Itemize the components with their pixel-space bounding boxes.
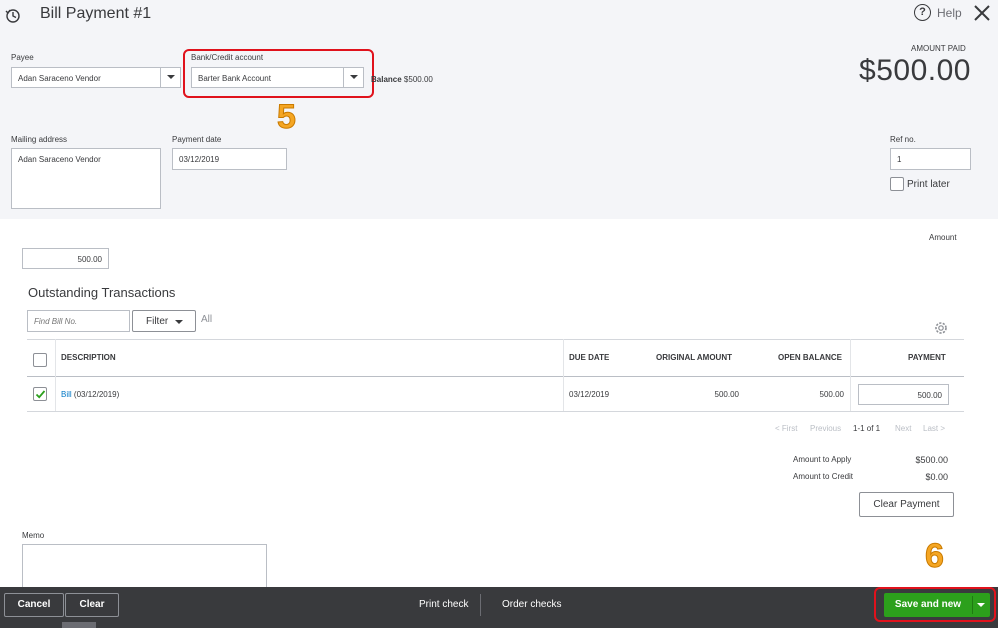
print-later-label: Print later: [907, 179, 950, 190]
chevron-down-icon: [167, 75, 175, 79]
amount-to-credit-label: Amount to Credit: [793, 472, 854, 481]
pager-next[interactable]: Next: [895, 424, 911, 433]
print-check-link[interactable]: Print check: [419, 599, 468, 610]
checkmark-icon: [35, 390, 46, 399]
column-header-payment[interactable]: PAYMENT: [908, 353, 946, 362]
payee-select[interactable]: Adan Saraceno Vendor: [11, 67, 181, 88]
print-later-checkbox[interactable]: [890, 177, 904, 191]
row-open-balance: 500.00: [819, 390, 844, 399]
column-header-original-amount[interactable]: ORIGINAL AMOUNT: [656, 353, 732, 362]
clear-button[interactable]: Clear: [65, 593, 119, 617]
filter-button[interactable]: Filter: [132, 310, 196, 332]
column-header-due-date[interactable]: DUE DATE: [569, 353, 609, 362]
amount-paid-label: AMOUNT PAID: [911, 44, 966, 53]
bill-payment-number: #1: [133, 5, 152, 22]
filter-label: Filter: [146, 316, 169, 327]
amount-label: Amount: [929, 233, 957, 242]
pager-first[interactable]: < First: [775, 424, 797, 433]
horizontal-scrollbar-thumb[interactable]: [62, 622, 96, 628]
amount-to-apply-label: Amount to Apply: [793, 455, 852, 464]
column-header-description[interactable]: DESCRIPTION: [61, 353, 116, 362]
filter-all-label: All: [201, 314, 213, 325]
footer-bar: Cancel Clear Print check Order checks: [0, 587, 998, 628]
payment-date-label: Payment date: [172, 135, 222, 144]
memo-input[interactable]: [22, 544, 267, 592]
page-title-text: Bill Payment: [40, 5, 129, 22]
amount-to-apply-value: $500.00: [915, 455, 948, 465]
row-original-amount: 500.00: [714, 390, 739, 399]
balance-value: $500.00: [403, 75, 433, 84]
mailing-address-input[interactable]: Adan Saraceno Vendor: [11, 148, 161, 209]
payment-date-input[interactable]: 03/12/2019: [172, 148, 287, 170]
payee-dropdown-toggle[interactable]: [160, 68, 180, 87]
cancel-button[interactable]: Cancel: [4, 593, 64, 617]
order-checks-link[interactable]: Order checks: [502, 599, 561, 610]
ref-no-label: Ref no.: [890, 135, 916, 144]
chevron-down-icon: [175, 320, 183, 324]
column-divider: [850, 339, 851, 411]
help-icon[interactable]: ?: [914, 4, 931, 21]
help-link[interactable]: Help: [937, 6, 962, 20]
table-bottom-border: [27, 411, 964, 412]
table-top-border: [27, 339, 964, 340]
row-description: Bill (03/12/2019): [61, 390, 119, 399]
page-title: Bill Payment #1: [40, 5, 151, 23]
bill-date: (03/12/2019): [73, 390, 120, 399]
step-6-highlight: [874, 587, 996, 622]
amount-to-credit-value: $0.00: [925, 472, 948, 482]
payee-value: Adan Saraceno Vendor: [18, 74, 101, 83]
row-checkbox[interactable]: [33, 387, 47, 401]
step-6-marker: 6: [925, 537, 945, 576]
row-payment-input[interactable]: 500.00: [858, 384, 949, 405]
row-due-date: 03/12/2019: [569, 390, 610, 399]
balance-label: Balance: [371, 75, 402, 84]
amount-input[interactable]: 500.00: [22, 248, 109, 269]
step-5-highlight: [183, 49, 374, 98]
select-all-checkbox[interactable]: [33, 353, 47, 367]
pager-range: 1-1 of 1: [853, 424, 881, 433]
bill-link[interactable]: Bill: [61, 390, 72, 399]
gear-icon[interactable]: [933, 320, 949, 336]
outstanding-transactions-title: Outstanding Transactions: [28, 285, 176, 300]
title-bar: Bill Payment #1 ? Help: [0, 0, 998, 30]
clear-payment-button[interactable]: Clear Payment: [859, 492, 954, 517]
amount-paid-value: $500.00: [859, 54, 971, 87]
close-icon[interactable]: [972, 3, 992, 23]
column-header-open-balance[interactable]: OPEN BALANCE: [778, 353, 842, 362]
column-divider: [55, 339, 56, 411]
payee-label: Payee: [11, 53, 34, 62]
find-bill-input[interactable]: [27, 310, 130, 332]
mailing-address-label: Mailing address: [11, 135, 68, 144]
column-divider: [563, 339, 564, 411]
step-5-marker: 5: [277, 98, 297, 137]
footer-separator: [480, 594, 481, 616]
balance-display: Balance $500.00: [371, 75, 433, 84]
pager-previous[interactable]: Previous: [810, 424, 841, 433]
memo-label: Memo: [22, 531, 45, 540]
pager-last[interactable]: Last >: [923, 424, 945, 433]
recent-transactions-icon[interactable]: [4, 6, 22, 24]
table-header-border: [27, 376, 964, 377]
ref-no-input[interactable]: 1: [890, 148, 971, 170]
